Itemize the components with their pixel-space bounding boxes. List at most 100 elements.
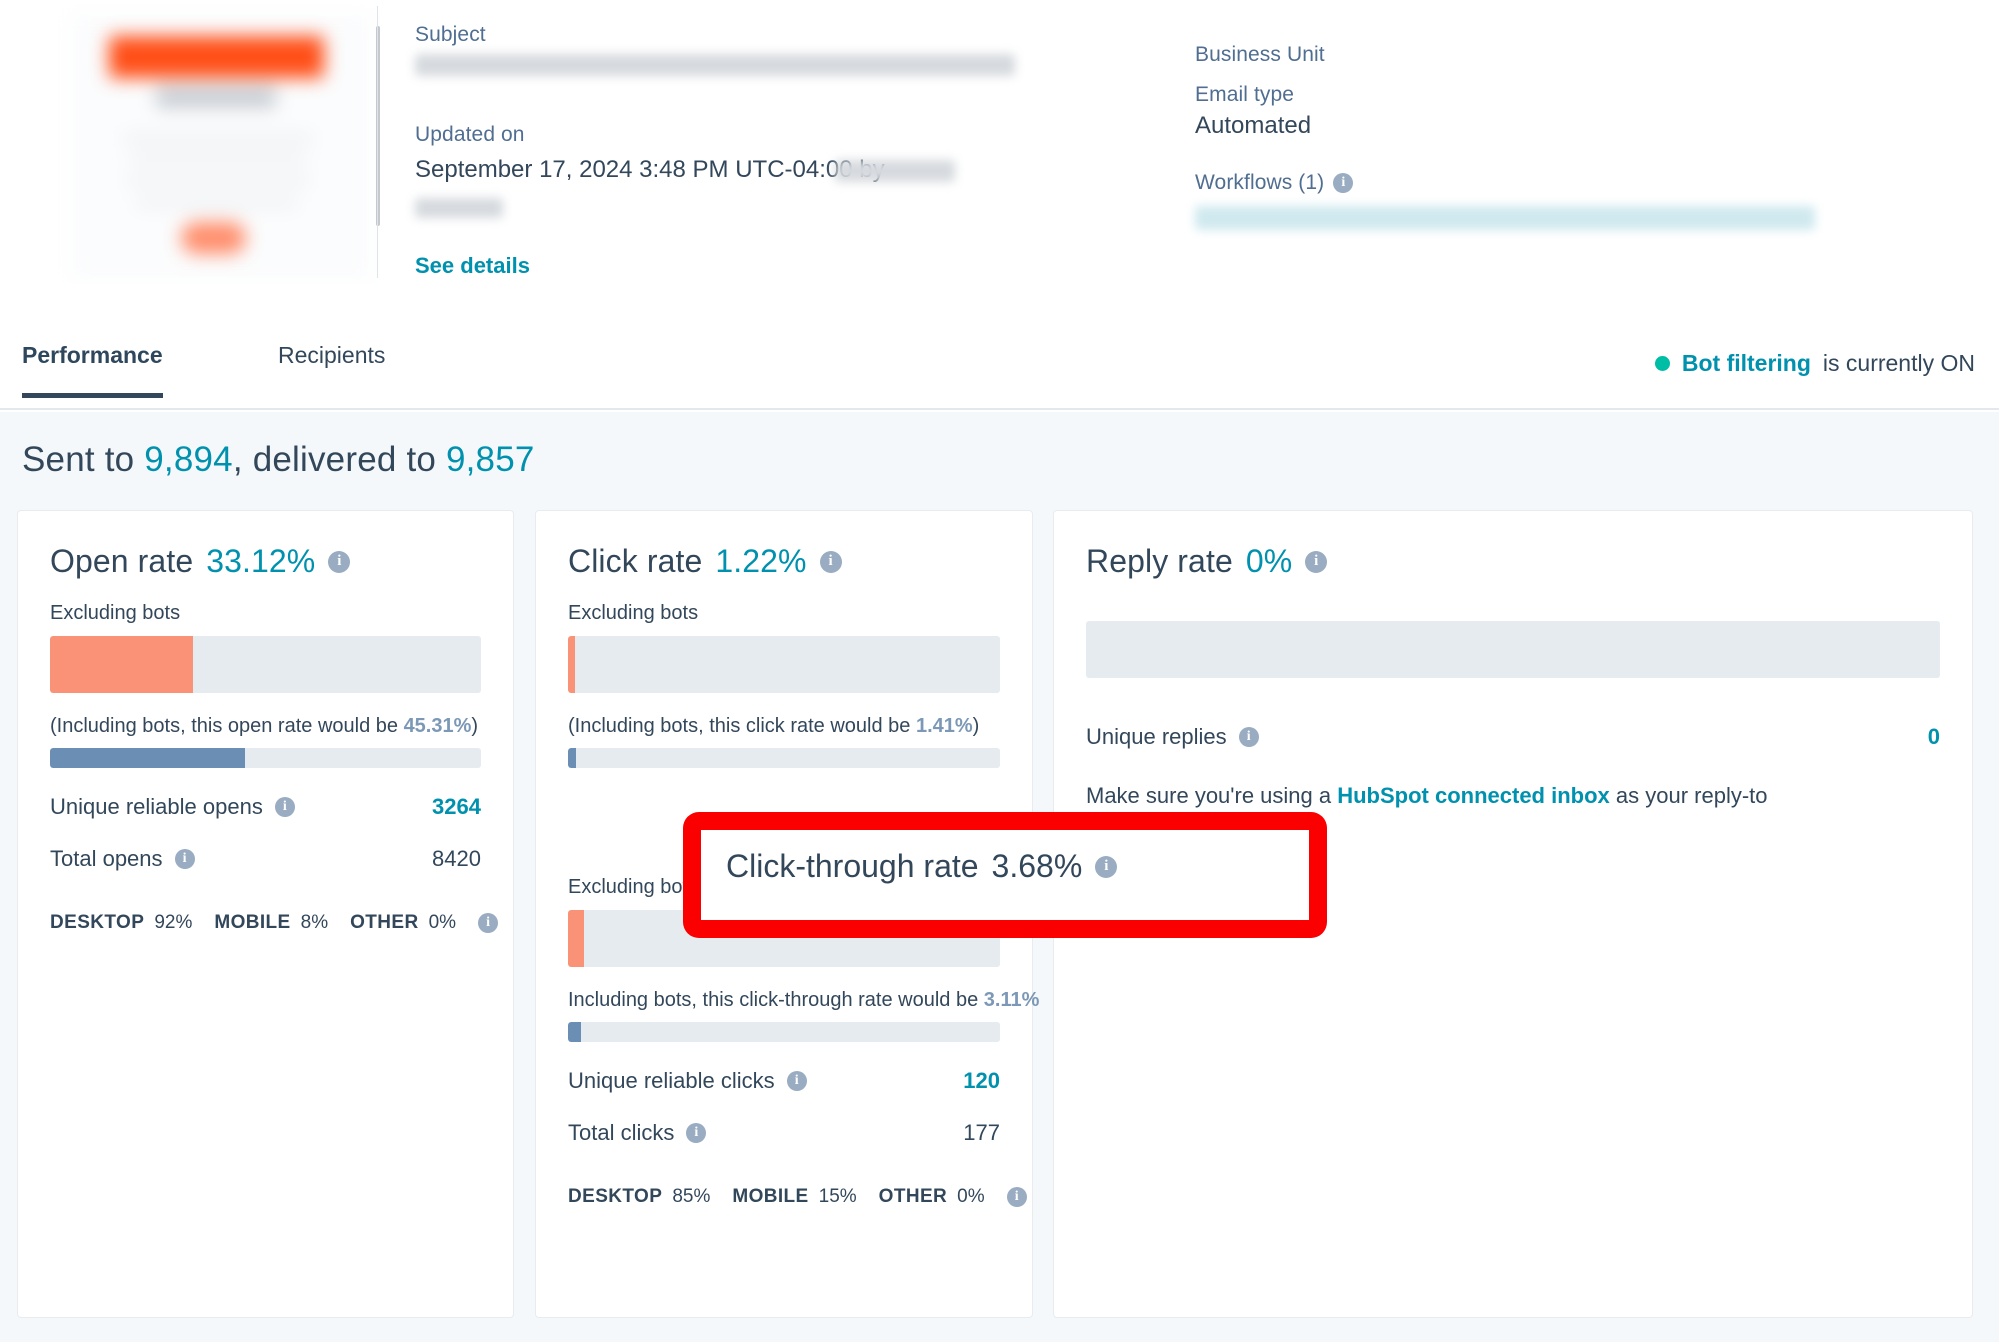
info-icon[interactable]: i bbox=[1006, 1187, 1027, 1207]
bot-filtering-link[interactable]: Bot filtering bbox=[1682, 350, 1811, 377]
click-rate-bar-fill bbox=[568, 636, 575, 693]
info-icon[interactable]: i bbox=[1305, 550, 1328, 573]
note-pre: (Including bots, this open rate would be bbox=[50, 715, 404, 737]
open-rate-label: Open rate bbox=[50, 543, 194, 579]
note-pre: Including bots, this click-through rate … bbox=[568, 989, 984, 1011]
open-including-bots-note: (Including bots, this open rate would be… bbox=[50, 715, 481, 738]
updated-by-user-redacted-2 bbox=[415, 198, 503, 218]
tab-performance[interactable]: Performance bbox=[22, 342, 163, 398]
reply-note-pre: Make sure you're using a bbox=[1086, 783, 1338, 808]
click-rate-value: 1.22% bbox=[715, 543, 807, 579]
note-post: ) bbox=[972, 715, 980, 737]
summary-middle: , delivered to bbox=[232, 440, 446, 479]
see-details-link[interactable]: See details bbox=[415, 253, 530, 279]
workflows-label: Workflows (1) bbox=[1195, 171, 1325, 194]
stat-value: 0 bbox=[1927, 724, 1940, 749]
stat-value: 177 bbox=[963, 1120, 1000, 1145]
open-rate-incl-bar-fill bbox=[50, 748, 246, 768]
hubspot-connected-inbox-link[interactable]: HubSpot connected inbox bbox=[1337, 783, 1610, 808]
reply-rate-bar-track bbox=[1086, 621, 1940, 678]
workflow-name-redacted[interactable] bbox=[1195, 206, 1815, 230]
reply-rate-title: Reply rate 0% i bbox=[1086, 543, 1940, 580]
open-rate-bar-fill bbox=[50, 636, 193, 693]
delivered-count: 9,857 bbox=[445, 440, 535, 479]
ctr-including-bots-note: Including bots, this click-through rate … bbox=[568, 989, 1039, 1012]
updated-by-user-redacted bbox=[835, 160, 955, 182]
device-value: 15% bbox=[818, 1186, 857, 1207]
stat-label: Unique reliable clicks bbox=[568, 1068, 775, 1093]
info-icon[interactable]: i bbox=[819, 550, 842, 573]
stat-label-group: Unique reliable clicks i bbox=[568, 1068, 807, 1094]
sent-prefix: Sent to bbox=[22, 440, 145, 479]
click-rate-incl-bar-track bbox=[568, 748, 1000, 768]
info-icon[interactable]: i bbox=[478, 913, 499, 933]
ctr-including-value: 3.11% bbox=[983, 989, 1040, 1011]
stat-label: Unique replies bbox=[1086, 724, 1227, 749]
device-value: 85% bbox=[672, 1186, 711, 1207]
click-device-breakdown: DESKTOP 85% MOBILE 15% OTHER 0% i bbox=[568, 1186, 1027, 1208]
tab-recipients[interactable]: Recipients bbox=[278, 342, 385, 393]
bot-filtering-text: is currently ON bbox=[1822, 350, 1975, 376]
click-through-rate-label: Click-through rate bbox=[726, 848, 979, 884]
subject-column: Subject Updated on September 17, 2024 3:… bbox=[415, 20, 1095, 278]
info-icon[interactable]: i bbox=[1095, 855, 1118, 878]
open-rate-title: Open rate 33.12% i bbox=[50, 543, 481, 580]
preview-body-line bbox=[127, 176, 309, 185]
device-name: DESKTOP bbox=[50, 912, 145, 933]
open-including-value: 45.31% bbox=[403, 715, 472, 737]
click-through-rate-title: Click-through rate 3.68% i bbox=[726, 848, 1118, 885]
click-including-value: 1.41% bbox=[915, 715, 973, 737]
bot-filtering-status: Bot filtering is currently ON bbox=[1654, 350, 1975, 377]
subject-value-redacted bbox=[415, 54, 1015, 76]
click-including-bots-note: (Including bots, this click rate would b… bbox=[568, 715, 1000, 738]
business-unit-label: Business Unit bbox=[1195, 43, 1325, 66]
header-divider bbox=[377, 6, 378, 278]
open-rate-bar-track bbox=[50, 636, 481, 693]
preview-header-band bbox=[109, 36, 324, 78]
preview-body-line bbox=[123, 134, 313, 143]
info-icon[interactable]: i bbox=[1238, 727, 1259, 747]
stat-row: Unique reliable opens i 3264 bbox=[50, 794, 481, 820]
subject-label: Subject bbox=[415, 23, 486, 46]
email-preview-image bbox=[71, 14, 371, 280]
stat-label-group: Total clicks i bbox=[568, 1120, 707, 1146]
stat-row: Unique reliable clicks i 120 bbox=[568, 1068, 1000, 1094]
click-rate-incl-bar-fill bbox=[568, 748, 576, 768]
workflows-row: Workflows (1) i bbox=[1195, 168, 1354, 198]
device-name: MOBILE bbox=[732, 1186, 809, 1207]
info-icon[interactable]: i bbox=[328, 550, 351, 573]
open-rate-card: Open rate 33.12% i Excluding bots (Inclu… bbox=[17, 510, 514, 1318]
stat-value: 120 bbox=[963, 1068, 1000, 1093]
reply-rate-value: 0% bbox=[1245, 543, 1293, 579]
device-name: OTHER bbox=[878, 1186, 948, 1207]
info-icon[interactable]: i bbox=[1333, 173, 1354, 193]
stat-value: 8420 bbox=[432, 846, 481, 871]
click-rate-title: Click rate 1.22% i bbox=[568, 543, 1000, 580]
open-rate-value: 33.12% bbox=[206, 543, 316, 579]
note-post: ) bbox=[471, 715, 479, 737]
device-name: MOBILE bbox=[214, 912, 291, 933]
updated-on-label: Updated on bbox=[415, 123, 525, 146]
info-icon[interactable]: i bbox=[274, 797, 295, 817]
stat-label: Total opens bbox=[50, 846, 163, 871]
info-icon[interactable]: i bbox=[786, 1071, 807, 1091]
stat-label: Unique reliable opens bbox=[50, 794, 263, 819]
click-rate-label: Click rate bbox=[568, 543, 703, 579]
device-name: OTHER bbox=[350, 912, 419, 933]
email-detail-header: Subject Updated on September 17, 2024 3:… bbox=[0, 0, 1999, 345]
stat-label: Total clicks bbox=[568, 1120, 675, 1145]
open-device-breakdown: DESKTOP 92% MOBILE 8% OTHER 0% i bbox=[50, 912, 499, 934]
preview-subheading bbox=[156, 86, 276, 108]
device-value: 0% bbox=[957, 1186, 985, 1207]
stat-label-group: Unique replies i bbox=[1086, 724, 1259, 750]
info-icon[interactable]: i bbox=[686, 1123, 707, 1143]
sent-delivered-summary: Sent to 9,894, delivered to 9,857 bbox=[22, 440, 535, 480]
click-through-rate-value: 3.68% bbox=[991, 848, 1083, 884]
email-preview-thumbnail[interactable] bbox=[16, 4, 380, 284]
email-type-label: Email type bbox=[1195, 83, 1295, 106]
email-type-value: Automated bbox=[1195, 112, 1312, 139]
ctr-incl-bar-track bbox=[568, 1022, 1000, 1042]
info-icon[interactable]: i bbox=[174, 849, 195, 869]
stat-row: Total opens i 8420 bbox=[50, 846, 481, 872]
preview-cta-button bbox=[181, 222, 246, 254]
